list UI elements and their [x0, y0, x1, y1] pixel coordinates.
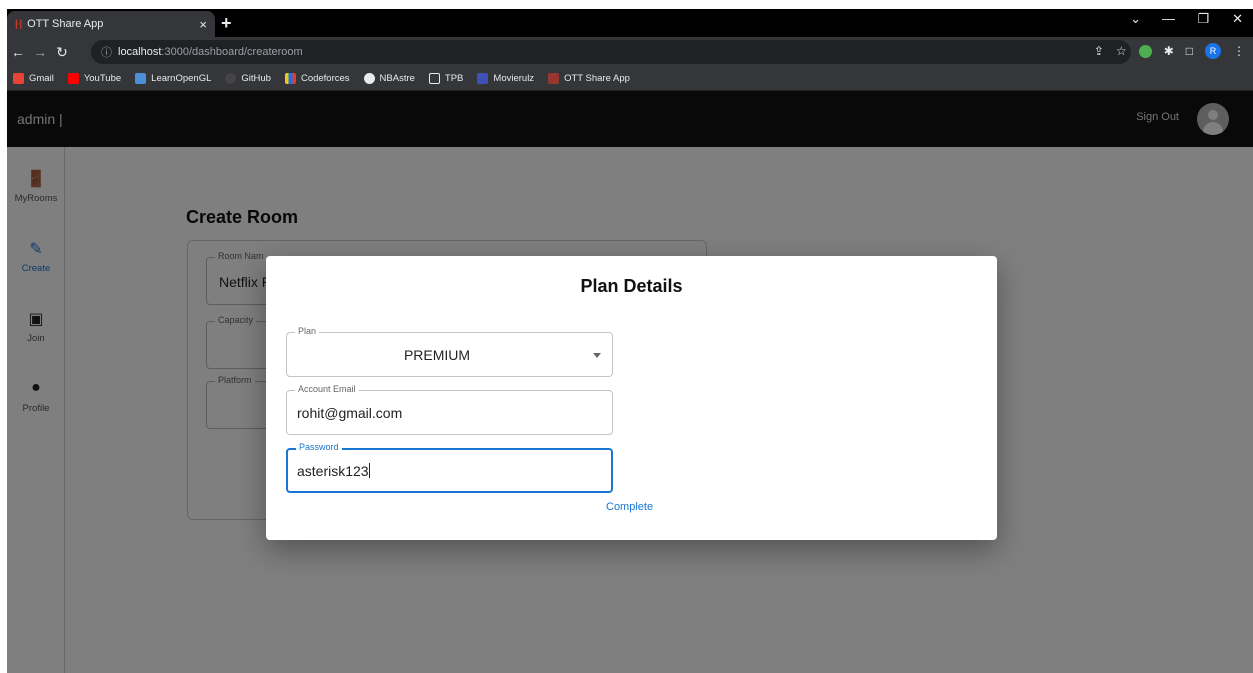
- browser-window: |◦| OTT Share App × + ⌄ — ❐ ✕ ← → ↻ ⓘ lo…: [7, 9, 1253, 673]
- puzzle-icon[interactable]: ✱: [1164, 44, 1174, 58]
- tab-close-icon[interactable]: ×: [199, 17, 207, 32]
- bookmark-github[interactable]: GitHub: [225, 73, 271, 84]
- password-value: asterisk123: [297, 463, 369, 479]
- back-icon[interactable]: ←: [7, 44, 29, 60]
- plan-details-dialog: Plan Details Plan PREMIUM Account Email …: [266, 256, 997, 540]
- password-field[interactable]: Password asterisk123: [286, 442, 613, 493]
- ott-favicon-icon: |◦|: [15, 18, 22, 30]
- bookmark-learnopengl[interactable]: LearnOpenGL: [135, 73, 211, 84]
- bookmark-youtube[interactable]: YouTube: [67, 73, 121, 84]
- account-email-label: Account Email: [295, 384, 359, 394]
- bookmark-nbastre[interactable]: NBAstre: [363, 73, 415, 84]
- account-email-field[interactable]: Account Email rohit@gmail.com: [286, 384, 613, 435]
- bookmark-star-icon[interactable]: ☆: [1116, 44, 1127, 58]
- bookmark-ott-share-app[interactable]: OTT Share App: [548, 73, 630, 84]
- learnopengl-icon: [135, 73, 147, 84]
- codeforces-icon: [284, 73, 296, 84]
- share-icon[interactable]: ⇪: [1094, 44, 1104, 58]
- bookmark-tpb[interactable]: TPB: [428, 73, 463, 84]
- bookmark-codeforces[interactable]: Codeforces: [284, 73, 350, 84]
- minimize-icon[interactable]: —: [1162, 11, 1175, 26]
- app-viewport: admin | Sign Out 🚪 MyRooms ✎ Create ▣ Jo…: [7, 91, 1253, 673]
- bookmarks-bar: Gmail YouTube LearnOpenGL GitHub Codefor…: [7, 67, 1253, 91]
- github-icon: [225, 73, 237, 84]
- profile-avatar-icon[interactable]: R: [1205, 43, 1221, 59]
- close-window-icon[interactable]: ✕: [1232, 11, 1243, 27]
- bookmark-gmail[interactable]: Gmail: [13, 73, 54, 84]
- text-cursor: [368, 463, 370, 478]
- tab-strip: |◦| OTT Share App × + ⌄ — ❐ ✕: [7, 9, 1253, 37]
- tab-search-icon[interactable]: ⌄: [1130, 11, 1141, 27]
- password-label: Password: [296, 442, 342, 452]
- account-email-value: rohit@gmail.com: [297, 405, 403, 421]
- plan-value: PREMIUM: [403, 347, 471, 363]
- ott-favicon-icon: [548, 73, 560, 84]
- plan-select[interactable]: Plan PREMIUM: [286, 326, 613, 377]
- side-panel-icon[interactable]: □: [1186, 44, 1193, 58]
- extension-icon[interactable]: [1138, 44, 1152, 58]
- menu-kebab-icon[interactable]: ⋮: [1233, 44, 1245, 58]
- youtube-icon: [67, 73, 79, 84]
- tab-title: OTT Share App: [27, 18, 104, 30]
- reload-icon[interactable]: ↻: [51, 44, 73, 61]
- gmail-icon: [13, 73, 24, 84]
- dropdown-arrow-icon[interactable]: [593, 353, 601, 358]
- plan-label: Plan: [295, 326, 320, 336]
- maximize-icon[interactable]: ❐: [1197, 11, 1209, 27]
- url-path: :3000/dashboard/createroom: [161, 46, 303, 58]
- globe-icon: [363, 73, 375, 84]
- browser-toolbar: ← → ↻ ⓘ localhost:3000/dashboard/creater…: [7, 37, 1253, 67]
- url-host: localhost: [118, 46, 162, 58]
- forward-icon[interactable]: →: [29, 44, 51, 60]
- new-tab-button[interactable]: +: [221, 13, 232, 34]
- complete-button[interactable]: Complete: [606, 501, 653, 513]
- dialog-title: Plan Details: [580, 276, 683, 296]
- browser-tab[interactable]: |◦| OTT Share App ×: [7, 11, 215, 37]
- movierulz-icon: [477, 73, 489, 84]
- address-bar[interactable]: ⓘ localhost:3000/dashboard/createroom: [91, 40, 1131, 64]
- site-info-icon[interactable]: ⓘ: [101, 44, 112, 60]
- bookmark-movierulz[interactable]: Movierulz: [477, 73, 534, 84]
- tpb-icon: [428, 73, 440, 84]
